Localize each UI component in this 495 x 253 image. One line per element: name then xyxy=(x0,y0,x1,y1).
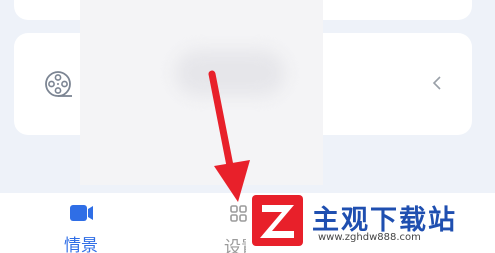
film-reel-icon xyxy=(45,71,72,97)
watermark-logo xyxy=(252,195,303,246)
chevron-left-icon[interactable] xyxy=(432,75,442,91)
tab-settings-label: 设置 xyxy=(224,238,246,253)
tab-scene[interactable]: 情景 xyxy=(60,203,106,253)
tab-scene-label: 情景 xyxy=(64,236,98,253)
watermark-url: www.zghdw888.com xyxy=(318,232,421,243)
red-arrow-annotation xyxy=(208,70,250,202)
video-camera-icon xyxy=(70,205,93,221)
